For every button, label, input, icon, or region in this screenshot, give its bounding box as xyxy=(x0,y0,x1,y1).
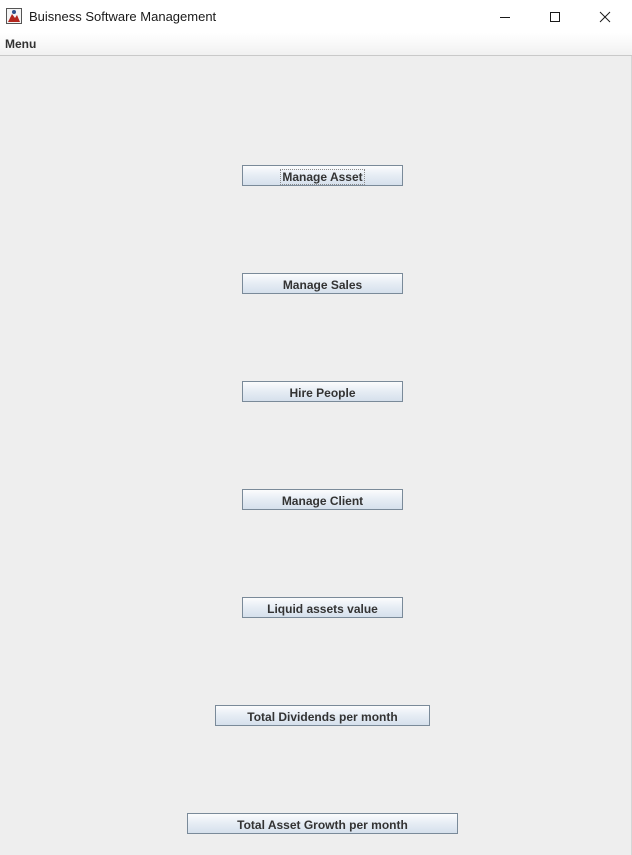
total-dividends-per-month-label: Total Dividends per month xyxy=(247,709,398,724)
maximize-button[interactable] xyxy=(532,0,578,33)
total-asset-growth-per-month-label: Total Asset Growth per month xyxy=(237,817,408,832)
manage-client-label: Manage Client xyxy=(281,493,364,508)
close-button[interactable] xyxy=(582,0,628,33)
menu-bar: Menu xyxy=(0,33,632,56)
manage-asset-button[interactable]: Manage Asset xyxy=(242,165,403,186)
app-window: Buisness Software Management Menu Manage… xyxy=(0,0,632,855)
minimize-icon xyxy=(500,16,510,18)
manage-asset-label: Manage Asset xyxy=(280,168,365,185)
java-app-icon xyxy=(6,8,22,24)
close-icon xyxy=(599,11,611,22)
manage-sales-label: Manage Sales xyxy=(282,277,363,292)
title-bar[interactable]: Buisness Software Management xyxy=(0,0,632,33)
liquid-assets-value-label: Liquid assets value xyxy=(267,601,378,616)
maximize-icon xyxy=(550,11,560,22)
manage-sales-button[interactable]: Manage Sales xyxy=(242,273,403,294)
minimize-button[interactable] xyxy=(482,0,528,33)
total-asset-growth-per-month-button[interactable]: Total Asset Growth per month xyxy=(187,813,458,834)
total-dividends-per-month-button[interactable]: Total Dividends per month xyxy=(215,705,430,726)
liquid-assets-value-button[interactable]: Liquid assets value xyxy=(242,597,403,618)
window-title: Buisness Software Management xyxy=(29,9,217,24)
hire-people-label: Hire People xyxy=(289,385,356,400)
menu-item-menu[interactable]: Menu xyxy=(5,37,36,51)
hire-people-button[interactable]: Hire People xyxy=(242,381,403,402)
manage-client-button[interactable]: Manage Client xyxy=(242,489,403,510)
